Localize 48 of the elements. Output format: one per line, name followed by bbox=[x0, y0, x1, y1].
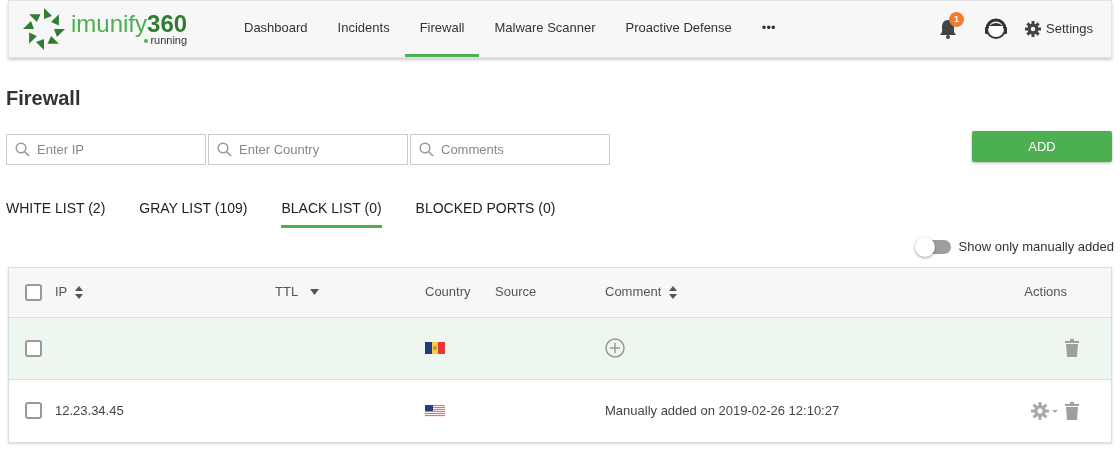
gear-dropdown-icon[interactable] bbox=[1031, 401, 1059, 420]
table-row[interactable]: 12.23.34.45 Manually added on 2019-02-26 12:10:27 bbox=[9, 379, 1111, 442]
add-comment-icon[interactable] bbox=[605, 338, 625, 358]
column-header: Country bbox=[425, 283, 471, 302]
nav-tab[interactable]: Firewall bbox=[404, 1, 480, 57]
trash-icon[interactable] bbox=[1065, 401, 1079, 420]
list-tab[interactable]: BLOCKED PORTS (0) bbox=[415, 198, 556, 228]
settings-icon bbox=[1025, 21, 1041, 37]
caret-icon[interactable] bbox=[310, 289, 320, 295]
search-icon bbox=[419, 142, 434, 157]
list-tab[interactable]: WHITE LIST (2) bbox=[6, 198, 106, 228]
toggle-switch[interactable] bbox=[916, 239, 951, 254]
sort-icon[interactable] bbox=[669, 285, 678, 299]
column-header: Source bbox=[495, 283, 537, 302]
filter-field[interactable]: Enter Country bbox=[208, 134, 408, 165]
nav-tab[interactable]: Dashboard bbox=[229, 1, 323, 57]
comment-cell: Manually added on 2019-02-26 12:10:27 bbox=[605, 402, 840, 418]
ip-cell: 12.23.34.45 bbox=[55, 402, 124, 418]
nav-tab[interactable]: ••• bbox=[746, 1, 791, 57]
column-header: Actions bbox=[1024, 283, 1067, 302]
list-tab[interactable]: GRAY LIST (109) bbox=[139, 198, 248, 228]
nav-tab[interactable]: Proactive Defense bbox=[610, 1, 747, 57]
search-icon bbox=[15, 142, 30, 157]
search-icon bbox=[217, 142, 232, 157]
page-title: Firewall bbox=[6, 88, 82, 108]
column-header: Comment bbox=[605, 283, 662, 302]
filter-field[interactable]: Comments bbox=[410, 134, 610, 165]
status-text: running bbox=[150, 35, 188, 46]
notification-badge: 1 bbox=[949, 12, 964, 27]
checkbox[interactable] bbox=[25, 283, 42, 301]
brand-number: 360 bbox=[147, 12, 188, 36]
logo-icon bbox=[21, 6, 67, 52]
checkbox[interactable] bbox=[25, 339, 42, 357]
flag-icon bbox=[425, 342, 445, 354]
support-agent-icon[interactable] bbox=[983, 16, 1009, 42]
column-header: TTL bbox=[275, 283, 299, 302]
nav-tab[interactable]: Malware Scanner bbox=[479, 1, 611, 57]
nav-tab[interactable]: Incidents bbox=[322, 1, 405, 57]
settings-button[interactable]: Settings bbox=[1019, 19, 1099, 39]
trash-icon[interactable] bbox=[1065, 339, 1079, 357]
brand-name: imunify bbox=[71, 12, 148, 36]
list-tab[interactable]: BLACK LIST (0) bbox=[281, 198, 382, 228]
toggle-label: Show only manually added bbox=[958, 238, 1114, 256]
filter-field[interactable]: Enter IP bbox=[6, 134, 206, 165]
column-header: IP bbox=[55, 283, 68, 302]
flag-icon bbox=[425, 404, 445, 417]
checkbox[interactable] bbox=[25, 402, 42, 419]
sort-icon[interactable] bbox=[75, 285, 84, 299]
